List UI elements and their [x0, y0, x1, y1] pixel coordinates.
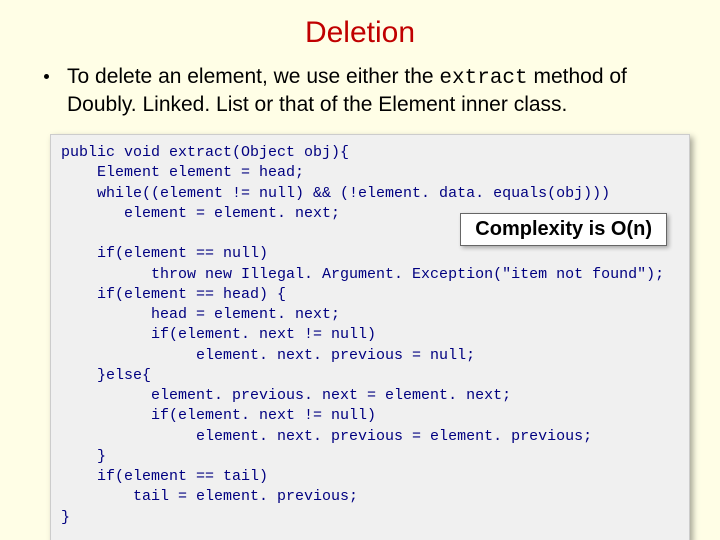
code-content: public void extract(Object obj){ Element… — [61, 143, 679, 528]
bullet-pre: To delete an element, we use either the — [67, 65, 439, 88]
slide: Deletion To delete an element, we use ei… — [0, 0, 720, 540]
bullet-text: To delete an element, we use either the … — [67, 64, 700, 119]
complexity-callout: Complexity is O(n) — [460, 213, 667, 246]
slide-title: Deletion — [20, 16, 700, 50]
code-box: public void extract(Object obj){ Element… — [50, 134, 690, 540]
bullet-dot-icon — [44, 74, 49, 79]
bullet-mono: extract — [439, 67, 527, 90]
bullet-item: To delete an element, we use either the … — [44, 64, 700, 119]
